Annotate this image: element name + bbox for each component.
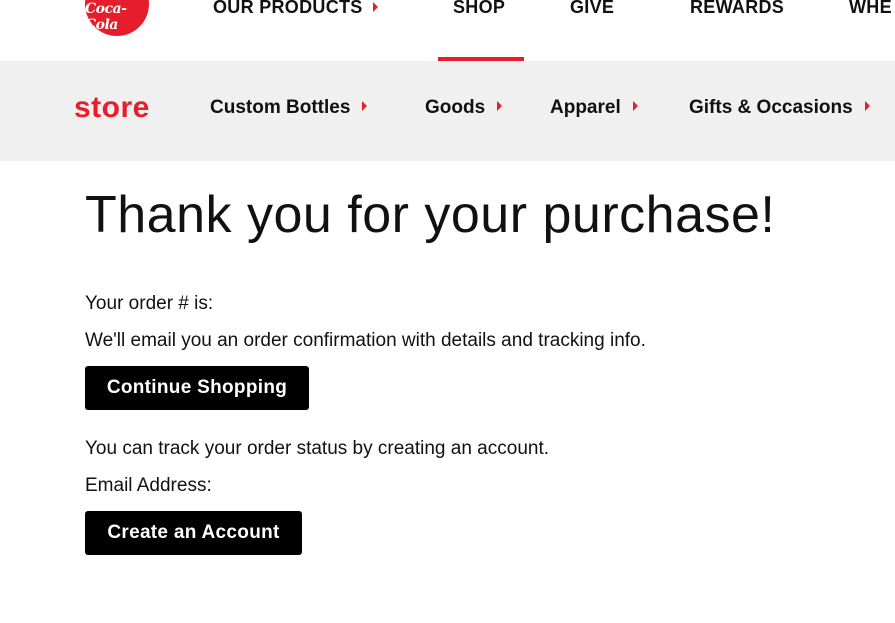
caret-right-icon [497, 101, 503, 111]
page-title: Thank you for your purchase! [85, 186, 776, 244]
subnav-goods[interactable]: Goods [425, 97, 503, 119]
subnav-apparel[interactable]: Apparel [550, 97, 638, 119]
subnav-gifts-occasions-label: Gifts & Occasions [689, 97, 853, 118]
page: Coca-Cola OUR PRODUCTS SHOP GIVE REWARDS… [0, 0, 895, 623]
subnav-custom-bottles[interactable]: Custom Bottles [210, 97, 368, 119]
subnav-goods-label: Goods [425, 97, 486, 118]
nav-shop-label: SHOP [453, 0, 506, 17]
store-title[interactable]: store [74, 91, 150, 125]
email-confirmation-note: We'll email you an order confirmation wi… [85, 330, 646, 351]
nav-give[interactable]: GIVE [570, 0, 614, 18]
caret-right-icon [632, 101, 638, 111]
logo-text: Coca-Cola [85, 1, 127, 33]
store-subnav: store Custom Bottles Goods Apparel Gifts… [0, 61, 895, 161]
caret-right-icon [362, 101, 368, 111]
nav-our-products[interactable]: OUR PRODUCTS [213, 0, 378, 18]
nav-shop[interactable]: SHOP [453, 0, 505, 18]
coca-cola-logo[interactable]: Coca-Cola [85, 0, 149, 36]
subnav-custom-bottles-label: Custom Bottles [210, 97, 351, 118]
create-account-button[interactable]: Create an Account [85, 511, 302, 555]
confirmation-content: Thank you for your purchase! Your order … [85, 185, 885, 555]
track-order-note: You can track your order status by creat… [85, 438, 550, 459]
caret-right-icon [372, 2, 378, 12]
email-address-label: Email Address: [85, 475, 212, 496]
subnav-gifts-occasions[interactable]: Gifts & Occasions [689, 97, 870, 119]
order-number-label: Your order # is: [85, 293, 214, 314]
nav-where-label: WHE [849, 0, 892, 17]
top-nav: Coca-Cola OUR PRODUCTS SHOP GIVE REWARDS… [0, 0, 895, 61]
continue-shopping-button[interactable]: Continue Shopping [85, 366, 309, 410]
caret-right-icon [864, 101, 870, 111]
nav-our-products-label: OUR PRODUCTS [213, 0, 363, 17]
nav-give-label: GIVE [570, 0, 615, 17]
subnav-apparel-label: Apparel [550, 97, 621, 118]
nav-where[interactable]: WHE [849, 0, 892, 18]
nav-rewards-label: REWARDS [690, 0, 785, 17]
nav-rewards[interactable]: REWARDS [690, 0, 784, 18]
